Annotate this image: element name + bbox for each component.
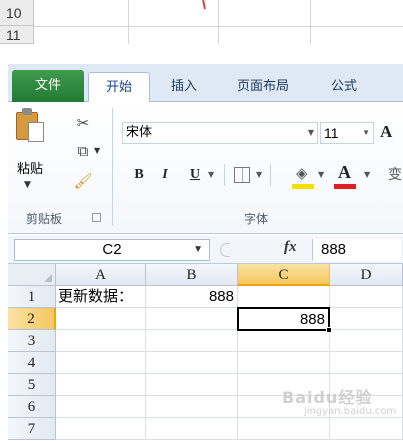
clipboard-group-label: 剪贴板 bbox=[26, 212, 63, 226]
tab-home[interactable]: 开始 bbox=[88, 72, 150, 103]
borders-dropdown-icon[interactable]: ▼ bbox=[256, 170, 262, 179]
tab-formulas[interactable]: 公式 bbox=[314, 72, 374, 102]
cell-b6[interactable] bbox=[146, 396, 238, 418]
name-box-value: C2 bbox=[102, 241, 122, 258]
insert-function-icon[interactable]: fx bbox=[284, 239, 297, 256]
chevron-down-icon: ▼ bbox=[307, 128, 314, 137]
phonetic-guide-icon[interactable]: 变 bbox=[388, 164, 402, 184]
clipboard-clip bbox=[22, 108, 32, 115]
paste-icon[interactable] bbox=[16, 108, 44, 142]
cell-b7[interactable] bbox=[146, 418, 238, 440]
fill-color-swatch bbox=[292, 184, 314, 189]
tab-data-partial[interactable] bbox=[380, 72, 403, 102]
bold-button[interactable]: B bbox=[130, 164, 148, 186]
watermark-name: Baidu经验 bbox=[282, 388, 373, 407]
red-mark bbox=[202, 0, 206, 10]
row-header-7[interactable]: 7 bbox=[8, 418, 56, 440]
row-header-4[interactable]: 4 bbox=[8, 352, 56, 374]
separator bbox=[270, 164, 271, 186]
cell-b1[interactable]: 888 bbox=[146, 286, 238, 308]
fill-color-dropdown-icon[interactable]: ▼ bbox=[318, 170, 324, 179]
column-header-b[interactable]: B bbox=[146, 264, 238, 286]
cell-d2[interactable] bbox=[330, 308, 403, 330]
paste-dropdown-icon[interactable]: ▼ bbox=[24, 180, 31, 190]
cell-c2-active[interactable]: 888 bbox=[237, 307, 330, 331]
font-color-dropdown-icon[interactable]: ▼ bbox=[364, 170, 370, 179]
gridline bbox=[128, 0, 129, 44]
row-header-11[interactable]: 11 bbox=[0, 26, 34, 44]
gap bbox=[0, 44, 403, 64]
font-size-select[interactable]: 11 ▼ bbox=[320, 122, 374, 144]
row-header-1[interactable]: 1 bbox=[8, 286, 56, 308]
copy-dropdown-icon[interactable]: ▼ bbox=[94, 146, 100, 155]
paste-button[interactable]: 粘贴 bbox=[12, 158, 48, 177]
chevron-down-icon: ▼ bbox=[362, 128, 370, 137]
name-box[interactable]: C2 ▼ bbox=[14, 239, 210, 261]
column-header-d[interactable]: D bbox=[330, 264, 403, 286]
group-separator bbox=[112, 108, 113, 226]
cell-d3[interactable] bbox=[330, 330, 403, 352]
clipboard-launcher-icon[interactable] bbox=[92, 213, 101, 222]
fill-handle[interactable] bbox=[326, 327, 332, 333]
cell-c4[interactable] bbox=[238, 352, 330, 374]
formula-input[interactable]: 888 bbox=[312, 239, 401, 261]
ribbon-tabs: 文件 开始 插入 页面布局 公式 bbox=[8, 64, 403, 103]
borders-icon[interactable] bbox=[234, 167, 250, 183]
row-header-6[interactable]: 6 bbox=[8, 396, 56, 418]
separator bbox=[224, 164, 225, 186]
cell-b4[interactable] bbox=[146, 352, 238, 374]
row-header-10[interactable]: 10 bbox=[0, 0, 34, 26]
cut-icon[interactable]: ✂ bbox=[70, 112, 96, 134]
previous-sheet-fragment: 10 11 bbox=[0, 0, 403, 44]
font-size-value: 11 bbox=[324, 125, 339, 141]
watermark-url: jingyan.baidu.com bbox=[304, 406, 397, 417]
font-group-label: 字体 bbox=[244, 212, 269, 226]
tab-file[interactable]: 文件 bbox=[12, 70, 84, 102]
clipboard-paper bbox=[28, 122, 44, 142]
cell-a2[interactable] bbox=[56, 308, 146, 330]
cell-a5[interactable] bbox=[56, 374, 146, 396]
font-color-swatch bbox=[334, 184, 356, 189]
fill-color-icon[interactable]: ◈ bbox=[296, 164, 308, 182]
cell-a6[interactable] bbox=[56, 396, 146, 418]
column-header-a[interactable]: A bbox=[56, 264, 146, 286]
cell-b5[interactable] bbox=[146, 374, 238, 396]
underline-dropdown-icon[interactable]: ▼ bbox=[208, 170, 214, 179]
font-color-icon[interactable]: A bbox=[338, 162, 351, 183]
italic-button[interactable]: I bbox=[156, 164, 174, 186]
cell-a4[interactable] bbox=[56, 352, 146, 374]
row-header-3[interactable]: 3 bbox=[8, 330, 56, 352]
formula-bar: C2 ▼ fx 888 bbox=[8, 236, 403, 264]
tab-page-layout[interactable]: 页面布局 bbox=[218, 72, 308, 102]
gridline bbox=[218, 0, 219, 44]
copy-icon[interactable]: ⧉ bbox=[70, 140, 96, 162]
cell-d1[interactable] bbox=[330, 286, 403, 308]
gridline bbox=[34, 26, 403, 27]
cell-a7[interactable] bbox=[56, 418, 146, 440]
row-header-2[interactable]: 2 bbox=[8, 308, 56, 330]
format-painter-icon[interactable]: 🖌 bbox=[70, 170, 96, 192]
formula-bar-divider[interactable] bbox=[220, 243, 230, 257]
cell-b3[interactable] bbox=[146, 330, 238, 352]
cell-c1[interactable] bbox=[238, 286, 330, 308]
cell-a3[interactable] bbox=[56, 330, 146, 352]
font-name-select[interactable]: 宋体 ▼ bbox=[122, 122, 318, 144]
column-header-c[interactable]: C bbox=[238, 264, 330, 286]
chevron-down-icon[interactable]: ▼ bbox=[193, 240, 203, 260]
cell-d4[interactable] bbox=[330, 352, 403, 374]
gridline bbox=[310, 0, 311, 44]
select-all-corner[interactable] bbox=[8, 264, 56, 286]
cell-c3[interactable] bbox=[238, 330, 330, 352]
row-header-5[interactable]: 5 bbox=[8, 374, 56, 396]
tab-insert[interactable]: 插入 bbox=[154, 72, 214, 102]
underline-button[interactable]: U bbox=[186, 164, 204, 186]
cell-a1[interactable]: 更新数据： bbox=[56, 286, 146, 308]
baidu-watermark: Baidu经验 jingyan.baidu.com bbox=[282, 384, 400, 424]
font-name-value: 宋体 bbox=[126, 125, 153, 140]
cell-b2[interactable] bbox=[146, 308, 238, 330]
ribbon: 粘贴 ▼ ✂ ⧉ ▼ 🖌 剪贴板 宋体 ▼ 11 ▼ A B I U ▼ ▼ ◈… bbox=[8, 102, 403, 234]
grow-font-icon[interactable]: A bbox=[380, 122, 392, 142]
